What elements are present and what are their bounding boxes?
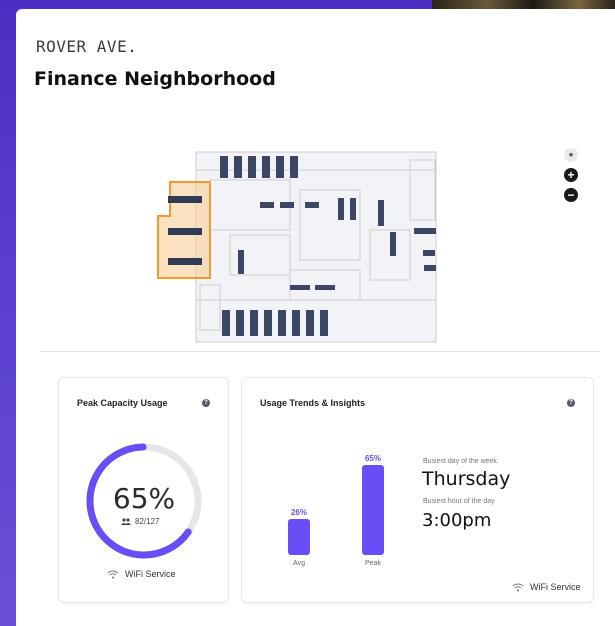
usage-trends-panel: Usage Trends & Insights ? 26% Avg 65% Peak … [241,377,594,603]
busiest-hour: 3:00pm [422,510,492,531]
bar-peak [362,465,384,555]
help-icon[interactable]: ? [202,399,210,407]
data-source: WiFi Service [512,582,581,592]
wifi-icon [107,570,119,578]
data-source: WiFi Service [107,569,176,579]
busiest-hour-caption: Busiest hour of the day [423,498,495,505]
occupancy-count: 82/127 [121,517,171,526]
page-title: Finance Neighborhood [34,68,276,90]
panel-title: Usage Trends & Insights [260,398,366,408]
people-icon [121,518,131,525]
bar-avg [288,519,310,555]
bar-value-label: 26% [291,508,307,517]
help-icon[interactable]: ? [567,399,575,407]
floor-plan-walls [195,151,437,343]
source-label: WiFi Service [530,582,581,592]
busiest-day-caption: Busiest day of the week [423,458,497,465]
bar-value-label: 65% [365,454,381,463]
zoom-in-button[interactable]: + [564,168,578,182]
wifi-icon [512,583,524,591]
busiest-day: Thursday [422,468,511,490]
eye-icon[interactable]: ● [564,148,578,162]
highlighted-zone[interactable] [157,181,211,279]
usage-bar-chart: 26% Avg 65% Peak [288,454,384,567]
bar-category-label: Peak [365,560,381,567]
zoom-out-button[interactable]: − [564,188,578,202]
occupancy-text: 82/127 [135,517,160,526]
building-name: ROVER AVE. [36,37,138,56]
peak-capacity-panel: Peak Capacity Usage ? 65% 82/127 WiFi Se… [58,377,229,603]
capacity-percentage: 65% [112,482,176,515]
source-label: WiFi Service [125,569,176,579]
section-divider [40,351,600,352]
floor-plan-map[interactable] [140,140,460,350]
bar-category-label: Avg [293,560,305,567]
panel-title: Peak Capacity Usage [77,398,168,408]
map-controls: ● + − [562,148,582,208]
